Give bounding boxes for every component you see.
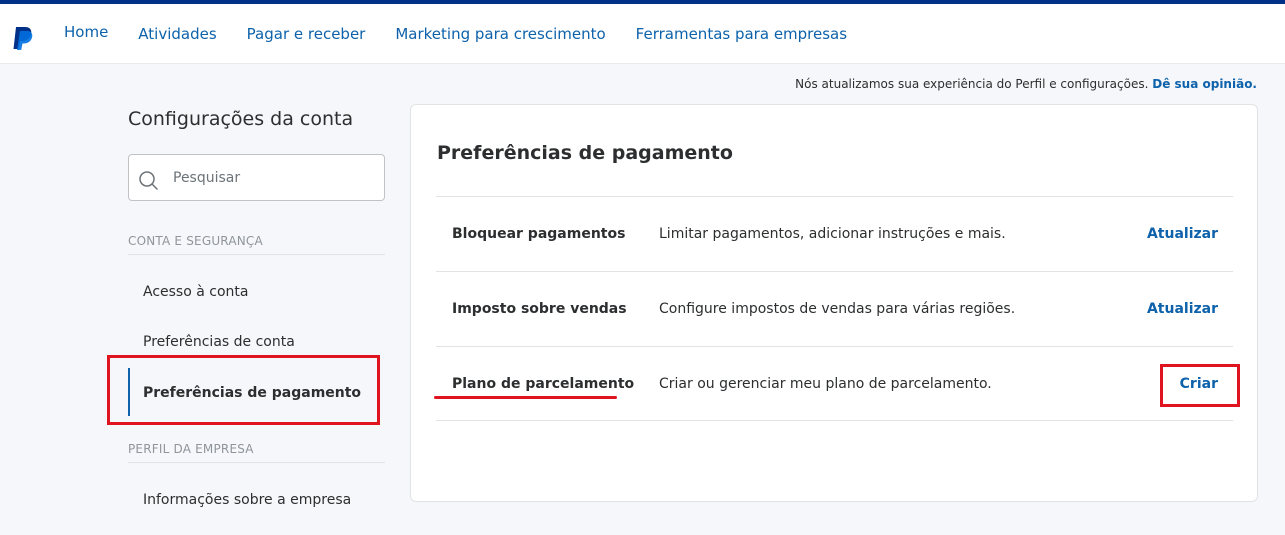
settings-row-parcelamento: Plano de parcelamento Criar ou gerenciar…	[436, 346, 1233, 421]
highlight-box-criar	[1160, 364, 1240, 407]
row-description: Criar ou gerenciar meu plano de parcelam…	[659, 376, 992, 392]
row-description: Limitar pagamentos, adicionar instruções…	[659, 226, 1006, 242]
update-button[interactable]: Atualizar	[1147, 301, 1218, 317]
nav-atividades[interactable]: Atividades	[123, 25, 231, 43]
feedback-notice: Nós atualizamos sua experiência do Perfi…	[795, 77, 1257, 91]
sidebar-item-acesso-conta[interactable]: Acesso à conta	[143, 284, 248, 300]
nav-marketing[interactable]: Marketing para crescimento	[380, 25, 620, 43]
nav-ferramentas[interactable]: Ferramentas para empresas	[621, 25, 862, 43]
notice-text: Nós atualizamos sua experiência do Perfi…	[795, 77, 1149, 91]
row-name: Bloquear pagamentos	[452, 226, 626, 242]
sidebar-item-informacoes-empresa[interactable]: Informações sobre a empresa	[143, 492, 351, 508]
paypal-logo-icon[interactable]	[12, 25, 34, 51]
sidebar-title: Configurações da conta	[128, 108, 354, 130]
nav-home[interactable]: Home	[49, 23, 123, 41]
update-button[interactable]: Atualizar	[1147, 226, 1218, 242]
payment-preferences-card: Preferências de pagamento Bloquear pagam…	[410, 104, 1258, 502]
top-navigation: Home Atividades Pagar e receber Marketin…	[0, 4, 1285, 64]
highlight-box-sidebar	[107, 355, 380, 425]
search-input[interactable]	[173, 167, 373, 189]
nav-pagar-e-receber[interactable]: Pagar e receber	[232, 25, 381, 43]
row-description: Configure impostos de vendas para várias…	[659, 301, 1016, 317]
highlight-underline	[434, 396, 617, 399]
section-label-conta-seguranca: CONTA E SEGURANÇA	[128, 234, 385, 255]
settings-row-imposto: Imposto sobre vendas Configure impostos …	[436, 271, 1233, 346]
section-label-perfil-empresa: PERFIL DA EMPRESA	[128, 442, 385, 463]
sidebar-item-preferencias-conta[interactable]: Preferências de conta	[143, 334, 295, 350]
settings-row-bloquear: Bloquear pagamentos Limitar pagamentos, …	[436, 196, 1233, 271]
feedback-link[interactable]: Dê sua opinião.	[1152, 77, 1257, 91]
search-icon	[139, 171, 158, 190]
row-name: Plano de parcelamento	[452, 376, 635, 392]
page-title: Preferências de pagamento	[437, 142, 733, 164]
main-nav: Home Atividades Pagar e receber Marketin…	[49, 4, 862, 64]
row-name: Imposto sobre vendas	[452, 301, 627, 317]
search-box[interactable]	[128, 154, 385, 201]
